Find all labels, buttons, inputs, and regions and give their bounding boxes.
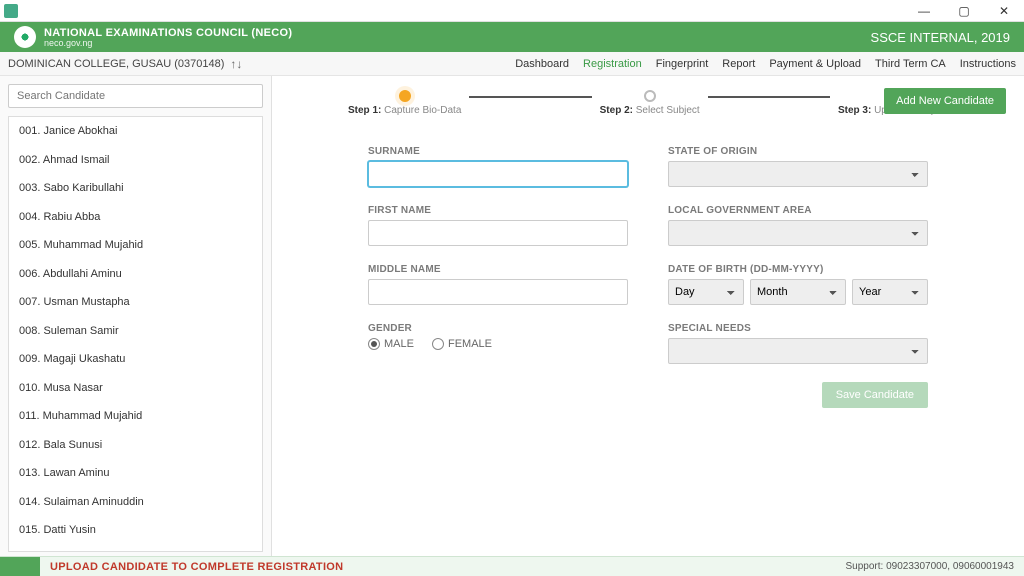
- school-name: DOMINICAN COLLEGE, GUSAU (0370148): [8, 58, 224, 70]
- step-dot-icon: [644, 90, 656, 102]
- field-state: STATE OF ORIGIN: [668, 146, 928, 187]
- lga-select[interactable]: [668, 220, 928, 246]
- list-item[interactable]: 013. Lawan Aminu: [9, 459, 262, 488]
- list-item[interactable]: 006. Abdullahi Aminu: [9, 260, 262, 289]
- close-button[interactable]: ✕: [984, 0, 1024, 22]
- list-item[interactable]: 004. Rabiu Abba: [9, 203, 262, 232]
- gender-male-radio[interactable]: MALE: [368, 338, 414, 350]
- search-input[interactable]: [8, 84, 263, 108]
- nav-third-term-ca[interactable]: Third Term CA: [875, 58, 946, 70]
- app-header: NATIONAL EXAMINATIONS COUNCIL (NECO) nec…: [0, 22, 1024, 52]
- firstname-input[interactable]: [368, 220, 628, 246]
- middlename-label: MIDDLE NAME: [368, 264, 628, 275]
- list-item[interactable]: 002. Ahmad Ismail: [9, 146, 262, 175]
- radio-icon: [432, 338, 444, 350]
- save-candidate-button[interactable]: Save Candidate: [822, 382, 928, 408]
- app-icon: [4, 4, 18, 18]
- field-firstname: FIRST NAME: [368, 205, 628, 246]
- step-line: [708, 96, 830, 98]
- step-dot-icon: [399, 90, 411, 102]
- nav-registration[interactable]: Registration: [583, 58, 642, 70]
- list-item[interactable]: 015. Datti Yusin: [9, 516, 262, 545]
- list-item[interactable]: 012. Bala Sunusi: [9, 431, 262, 460]
- list-item[interactable]: 016. Sabiu Huzaifa: [9, 545, 262, 552]
- status-bar: UPLOAD CANDIDATE TO COMPLETE REGISTRATIO…: [0, 556, 1024, 576]
- field-dob: DATE OF BIRTH (DD-MM-YYYY) Day Month Yea…: [668, 264, 928, 305]
- special-needs-select[interactable]: [668, 338, 928, 364]
- gender-label: GENDER: [368, 323, 628, 334]
- step-2[interactable]: Step 2: Select Subject: [600, 90, 700, 116]
- bio-data-form: SURNAME STATE OF ORIGIN FIRST NAME LOCAL…: [368, 146, 928, 408]
- stepper: Step 1: Capture Bio-Data Step 2: Select …: [348, 90, 948, 116]
- nav-fingerprint[interactable]: Fingerprint: [656, 58, 709, 70]
- list-item[interactable]: 001. Janice Abokhai: [9, 117, 262, 146]
- field-special-needs: SPECIAL NEEDS: [668, 323, 928, 364]
- support-info: Support: 09023307000, 09060001943: [846, 561, 1015, 572]
- step-1[interactable]: Step 1: Capture Bio-Data: [348, 90, 461, 116]
- field-lga: LOCAL GOVERNMENT AREA: [668, 205, 928, 246]
- step-line: [469, 96, 591, 98]
- field-gender: GENDER MALE FEMALE: [368, 323, 628, 364]
- list-item[interactable]: 011. Muhammad Mujahid: [9, 402, 262, 431]
- sort-icon[interactable]: ↑↓: [230, 57, 242, 71]
- exam-session-label: SSCE INTERNAL, 2019: [871, 30, 1010, 45]
- radio-icon: [368, 338, 380, 350]
- dob-month-select[interactable]: Month: [750, 279, 846, 305]
- main-nav: Dashboard Registration Fingerprint Report Pa…: [515, 58, 1016, 70]
- minimize-button[interactable]: —: [904, 0, 944, 22]
- app-subtitle: neco.gov.ng: [44, 38, 292, 48]
- dob-year-select[interactable]: Year: [852, 279, 928, 305]
- upload-warning: UPLOAD CANDIDATE TO COMPLETE REGISTRATIO…: [50, 561, 343, 573]
- field-surname: SURNAME: [368, 146, 628, 187]
- footer-accent: [0, 557, 40, 576]
- list-item[interactable]: 007. Usman Mustapha: [9, 288, 262, 317]
- field-middlename: MIDDLE NAME: [368, 264, 628, 305]
- neco-logo: [14, 26, 36, 48]
- special-needs-label: SPECIAL NEEDS: [668, 323, 928, 334]
- dob-label: DATE OF BIRTH (DD-MM-YYYY): [668, 264, 928, 275]
- gender-female-radio[interactable]: FEMALE: [432, 338, 492, 350]
- list-item[interactable]: 003. Sabo Karibullahi: [9, 174, 262, 203]
- list-item[interactable]: 008. Suleman Samir: [9, 317, 262, 346]
- list-item[interactable]: 014. Sulaiman Aminuddin: [9, 488, 262, 517]
- state-select[interactable]: [668, 161, 928, 187]
- nav-instructions[interactable]: Instructions: [960, 58, 1016, 70]
- nav-report[interactable]: Report: [722, 58, 755, 70]
- list-item[interactable]: 010. Musa Nasar: [9, 374, 262, 403]
- add-new-candidate-button[interactable]: Add New Candidate: [884, 88, 1006, 114]
- candidate-sidebar: 001. Janice Abokhai002. Ahmad Ismail003.…: [0, 76, 272, 556]
- window-titlebar: — ▢ ✕: [0, 0, 1024, 22]
- nav-dashboard[interactable]: Dashboard: [515, 58, 569, 70]
- candidate-list[interactable]: 001. Janice Abokhai002. Ahmad Ismail003.…: [9, 117, 262, 551]
- lga-label: LOCAL GOVERNMENT AREA: [668, 205, 928, 216]
- surname-label: SURNAME: [368, 146, 628, 157]
- list-item[interactable]: 009. Magaji Ukashatu: [9, 345, 262, 374]
- sub-header: DOMINICAN COLLEGE, GUSAU (0370148) ↑↓ Da…: [0, 52, 1024, 76]
- maximize-button[interactable]: ▢: [944, 0, 984, 22]
- main-panel: Add New Candidate Step 1: Capture Bio-Da…: [272, 76, 1024, 556]
- firstname-label: FIRST NAME: [368, 205, 628, 216]
- state-label: STATE OF ORIGIN: [668, 146, 928, 157]
- nav-payment-upload[interactable]: Payment & Upload: [769, 58, 861, 70]
- surname-input[interactable]: [368, 161, 628, 187]
- list-item[interactable]: 005. Muhammad Mujahid: [9, 231, 262, 260]
- dob-day-select[interactable]: Day: [668, 279, 744, 305]
- middlename-input[interactable]: [368, 279, 628, 305]
